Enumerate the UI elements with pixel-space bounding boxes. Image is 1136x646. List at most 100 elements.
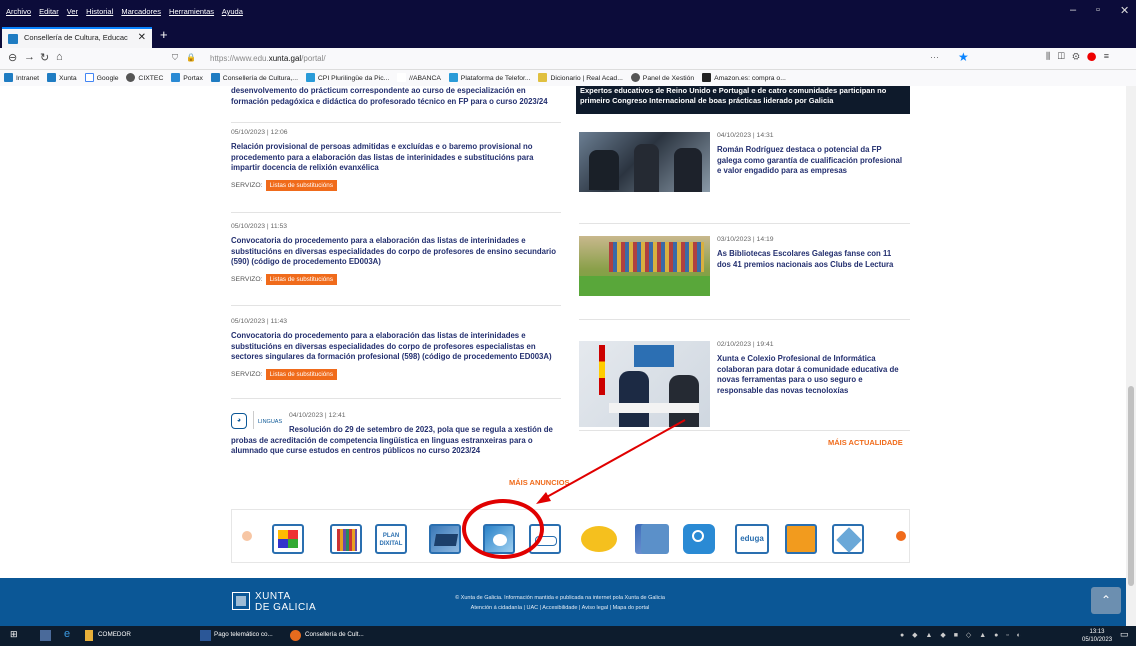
bookmark-cpi[interactable]: CPI Plurilingüe da Pic... bbox=[305, 73, 389, 82]
carousel-prev-icon[interactable] bbox=[242, 531, 252, 541]
taskview-icon[interactable] bbox=[40, 630, 51, 641]
menu-historial[interactable]: Historial bbox=[86, 7, 113, 16]
footer-links[interactable]: Atención á cidadanía | UAC | Accesibilid… bbox=[340, 603, 780, 613]
system-tray-icons[interactable]: ● ◆ ▲ ◆ ■ ◇ ▲ ● ▫ ◐ bbox=[900, 631, 1024, 639]
close-tab-icon[interactable]: ✕ bbox=[138, 32, 146, 43]
news-item[interactable]: 03/10/2023 | 14:19 As Bibliotecas Escola… bbox=[717, 236, 907, 270]
start-icon[interactable]: ⊞ bbox=[10, 629, 18, 640]
news-date: 03/10/2023 | 14:19 bbox=[717, 236, 774, 243]
news-image[interactable] bbox=[579, 236, 710, 296]
word-icon[interactable] bbox=[200, 630, 211, 641]
reload-icon[interactable]: ↻ bbox=[40, 51, 49, 64]
divider bbox=[579, 430, 910, 431]
opera-icon[interactable]: ⬤ bbox=[1087, 51, 1096, 61]
carousel-item-puzzle[interactable] bbox=[272, 524, 304, 554]
sidebar-icon[interactable]: ◫ bbox=[1058, 51, 1065, 61]
books-icon bbox=[337, 529, 357, 551]
taskbar-pago[interactable]: Pago telemático co... bbox=[214, 631, 273, 638]
scrollbar[interactable] bbox=[1126, 86, 1136, 626]
announcement-fragment[interactable]: desenvolvemento do prácticum corresponde… bbox=[231, 86, 561, 107]
home-icon[interactable]: ⌂ bbox=[56, 51, 63, 63]
bookmark-amazon[interactable]: Amazon.es: compra o... bbox=[702, 73, 786, 82]
bookmark-panel[interactable]: Panel de Xestión bbox=[630, 73, 694, 82]
more-announcements-link[interactable]: MÁIS ANUNCIOS bbox=[509, 478, 570, 487]
service-tag[interactable]: Listas de substitucións bbox=[265, 368, 337, 380]
bookmark-cixtec[interactable]: CIXTEC bbox=[126, 73, 163, 82]
menu-ayuda[interactable]: Ayuda bbox=[222, 7, 243, 16]
minimize-icon[interactable]: – bbox=[1070, 4, 1076, 16]
announcement-title[interactable]: Convocatoria do procedemento para a elab… bbox=[231, 236, 561, 268]
news-image[interactable] bbox=[579, 341, 710, 427]
bookmark-plataforma[interactable]: Plataforma de Telefor... bbox=[448, 73, 531, 82]
bookmark-google[interactable]: Google bbox=[84, 73, 119, 82]
scrollbar-thumb[interactable] bbox=[1128, 386, 1134, 586]
news-image[interactable] bbox=[579, 132, 710, 192]
more-news-link[interactable]: MÁIS ACTUALIDADE bbox=[828, 438, 903, 447]
announcement-item[interactable]: 05/10/2023 | 12:06 Relación provisional … bbox=[231, 129, 561, 191]
announcement-title[interactable]: Relación provisional de persoas admitida… bbox=[231, 142, 561, 174]
bookmark-portax[interactable]: Portax bbox=[171, 73, 203, 82]
menu-editar[interactable]: Editar bbox=[39, 7, 59, 16]
bookmark-intranet[interactable]: Intranet bbox=[4, 73, 39, 82]
carousel-item-cefore[interactable] bbox=[832, 524, 864, 554]
service-tag[interactable]: Listas de substitucións bbox=[265, 179, 337, 191]
carousel-item-dixital[interactable] bbox=[785, 524, 817, 554]
service-row: SERVIZO: Listas de substitucións bbox=[231, 273, 561, 285]
back-to-top-button[interactable]: ⌃ bbox=[1091, 587, 1121, 614]
bookmark-xunta[interactable]: Xunta bbox=[46, 73, 77, 82]
bookmark-conselleria[interactable]: Consellería de Cultura,... bbox=[210, 73, 298, 82]
notifications-icon[interactable]: ▭ bbox=[1120, 629, 1129, 640]
ie-icon[interactable]: e bbox=[64, 628, 70, 640]
menu-icon[interactable]: ≡ bbox=[1104, 51, 1109, 61]
service-tag[interactable]: Listas de substitucións bbox=[265, 273, 337, 285]
news-title[interactable]: As Bibliotecas Escolares Galegas fanse c… bbox=[717, 249, 907, 270]
announcement-item[interactable]: 05/10/2023 | 11:53 Convocatoria do proce… bbox=[231, 223, 561, 285]
announcement-title[interactable]: Convocatoria do procedemento para a elab… bbox=[231, 331, 561, 363]
announcement-item[interactable]: 05/10/2023 | 11:43 Convocatoria do proce… bbox=[231, 318, 561, 380]
firefox-icon[interactable] bbox=[290, 630, 301, 641]
clock[interactable]: 13:13 05/10/2023 bbox=[1082, 628, 1112, 644]
site-footer: XUNTA DE GALICIA © Xunta de Galicia. Inf… bbox=[0, 578, 1126, 626]
service-row: SERVIZO: Listas de substitucións bbox=[231, 368, 561, 380]
back-icon[interactable]: ⊖ bbox=[8, 51, 17, 64]
highlight-circle bbox=[462, 499, 544, 559]
carousel-item-plan-dixital[interactable]: PLAN DIXITAL bbox=[375, 524, 407, 554]
forward-icon[interactable]: → bbox=[24, 51, 35, 63]
menu-herramientas[interactable]: Herramientas bbox=[169, 7, 214, 16]
page-actions-icon[interactable]: ··· bbox=[930, 52, 939, 62]
menu-archivo[interactable]: Archivo bbox=[6, 7, 31, 16]
folder-icon[interactable] bbox=[85, 630, 93, 641]
bookmark-star-icon[interactable]: ★ bbox=[958, 50, 969, 64]
announcement-title[interactable]: Resolución do 29 de setembro de 2023, po… bbox=[231, 425, 561, 457]
shield-icon[interactable]: ⛉ bbox=[172, 53, 178, 63]
news-title[interactable]: Román Rodríguez destaca o potencial da F… bbox=[717, 145, 907, 177]
taskbar-comedor[interactable]: COMEDOR bbox=[98, 631, 131, 638]
bookmark-dicionario[interactable]: Dicionario | Real Acad... bbox=[538, 73, 623, 82]
close-window-icon[interactable]: ✕ bbox=[1120, 4, 1129, 17]
amazon-icon bbox=[702, 73, 712, 82]
news-title[interactable]: Xunta e Colexio Profesional de Informáti… bbox=[717, 354, 907, 396]
new-tab-icon[interactable]: + bbox=[160, 27, 168, 42]
news-item[interactable]: 04/10/2023 | 14:31 Román Rodríguez desta… bbox=[717, 132, 907, 177]
lock-icon[interactable]: 🔒 bbox=[186, 53, 196, 62]
carousel-item-eduga[interactable]: eduga bbox=[735, 524, 769, 554]
url-bar[interactable]: ⛉ 🔒 https://www.edu.xunta.gal/portal/ bbox=[150, 51, 980, 67]
taskbar-conselleria[interactable]: Consellería de Cult... bbox=[305, 631, 364, 638]
browser-tab[interactable]: Consellería de Cultura, Educac ✕ bbox=[2, 27, 152, 48]
maximize-icon[interactable]: ▫ bbox=[1096, 4, 1100, 16]
menu-ver[interactable]: Ver bbox=[67, 7, 78, 16]
carousel-item-abalar[interactable] bbox=[429, 524, 461, 554]
bookmark-abanca[interactable]: //ABANCA bbox=[397, 73, 441, 82]
carousel-item-books[interactable] bbox=[330, 524, 362, 554]
carousel-item-unidade[interactable] bbox=[581, 526, 617, 552]
carousel-item-portal[interactable] bbox=[641, 524, 669, 554]
news-item[interactable]: 02/10/2023 | 19:41 Xunta e Colexio Profe… bbox=[717, 341, 907, 396]
extension-icon[interactable]: ⚙ bbox=[1072, 51, 1079, 61]
featured-news-banner[interactable]: Expertos educativos de Reino Unido e Por… bbox=[576, 86, 910, 114]
carousel-item-coeducacion[interactable] bbox=[683, 524, 715, 554]
resources-carousel: PLAN DIXITAL eduga bbox=[231, 509, 910, 563]
library-icon[interactable]: ⫼ bbox=[1046, 51, 1050, 61]
menu-marcadores[interactable]: Marcadores bbox=[121, 7, 161, 16]
featured-news-title: Expertos educativos de Reino Unido e Por… bbox=[580, 86, 887, 105]
carousel-next-icon[interactable] bbox=[896, 531, 906, 541]
